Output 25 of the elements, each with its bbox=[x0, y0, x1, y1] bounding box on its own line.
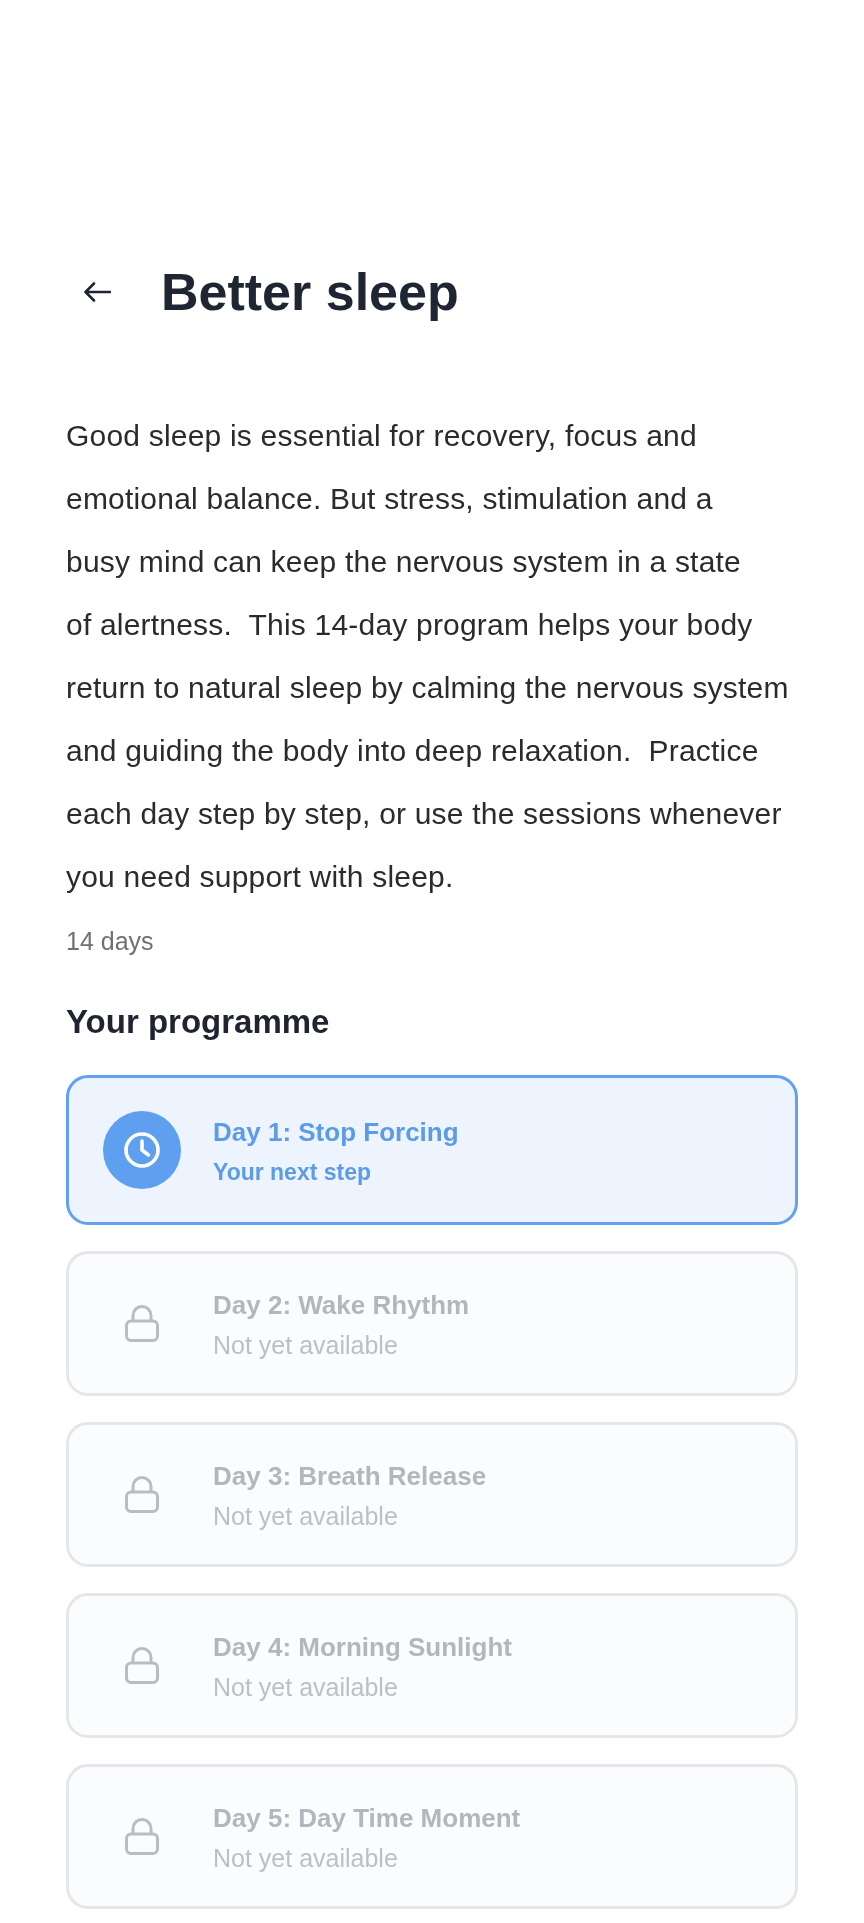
lock-icon bbox=[125, 1818, 159, 1855]
day-title: Day 4: Morning Sunlight bbox=[213, 1631, 512, 1664]
day-title: Day 5: Day Time Moment bbox=[213, 1802, 521, 1835]
lock-icon bbox=[125, 1305, 159, 1342]
day-card[interactable]: Day 2: Wake Rhythm Not yet available bbox=[66, 1251, 798, 1396]
day-status: Not yet available bbox=[213, 1672, 399, 1702]
lock-icon bbox=[125, 1647, 159, 1684]
page-title: Better sleep bbox=[161, 262, 459, 322]
day-title: Day 2: Wake Rhythm bbox=[213, 1289, 470, 1322]
day-status: Not yet available bbox=[213, 1843, 399, 1873]
day-card[interactable]: Day 3: Breath Release Not yet available bbox=[66, 1422, 798, 1567]
clock-icon bbox=[103, 1111, 181, 1189]
day-status: Your next step bbox=[213, 1157, 373, 1187]
section-heading: Your programme bbox=[66, 1002, 331, 1042]
day-card[interactable]: Day 5: Day Time Moment Not yet available bbox=[66, 1764, 798, 1909]
lock-icon bbox=[125, 1476, 159, 1513]
day-title: Day 3: Breath Release bbox=[213, 1460, 487, 1493]
description-text: Good sleep is essential for recovery, focus and emotional balance. But stress, stimulation and a busy mind can keep the nervous system in a state of alertness. This 14-day program helps your body return to natural sleep by calming the nervous system and guiding the body into deep relaxation. Practice each day step by step, or use the sessions whenever you need support with sleep. bbox=[66, 418, 790, 895]
day-title: Day 1: Stop Forcing bbox=[213, 1115, 459, 1149]
day-status: Not yet available bbox=[213, 1501, 399, 1531]
day-card[interactable]: Day 1: Stop Forcing Your next step bbox=[66, 1075, 798, 1225]
back-arrow-icon bbox=[83, 282, 111, 302]
day-card[interactable]: Day 4: Morning Sunlight Not yet available bbox=[66, 1593, 798, 1738]
day-status: Not yet available bbox=[213, 1330, 399, 1360]
duration-text: 14 days bbox=[66, 926, 155, 957]
